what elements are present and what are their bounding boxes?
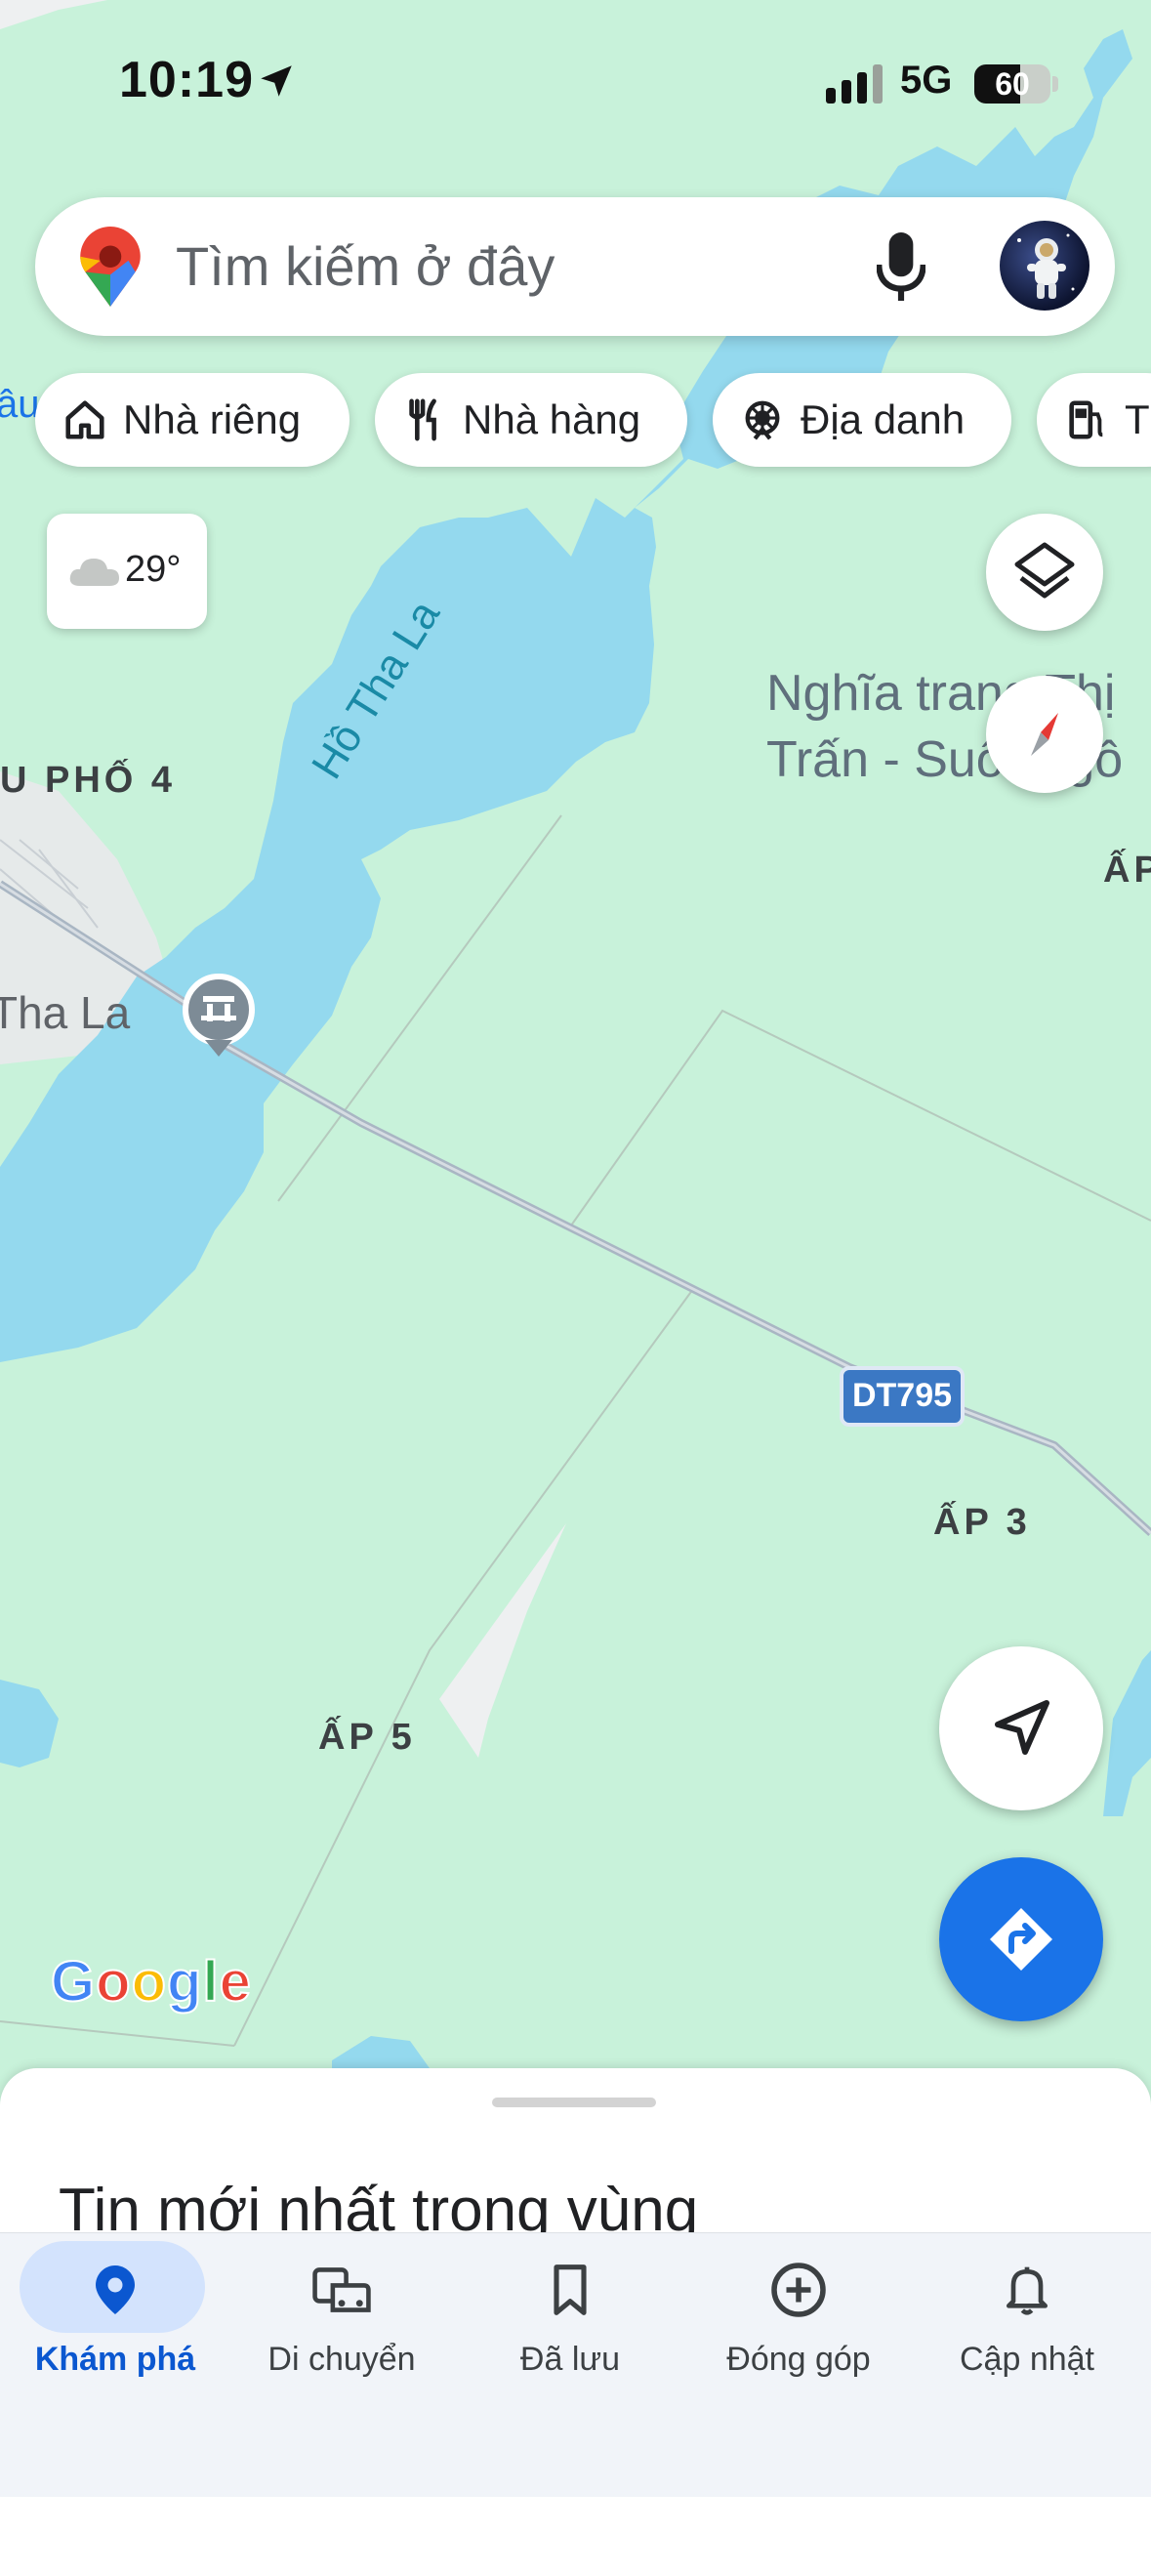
restaurant-icon <box>409 398 436 441</box>
compass-button[interactable] <box>986 676 1103 793</box>
layers-icon <box>1014 542 1075 599</box>
navigation-arrow-icon <box>995 1700 1049 1755</box>
hamlet-label-ap-5: ẤP 5 <box>318 1717 416 1758</box>
nav-contribute-label: Đóng góp <box>726 2341 871 2378</box>
astronaut-icon <box>1017 233 1075 299</box>
weather-widget[interactable]: 29° <box>47 514 207 629</box>
network-type: 5G <box>900 59 953 102</box>
location-arrow-icon <box>261 65 292 97</box>
nav-commute[interactable]: Di chuyển <box>226 2233 457 2429</box>
chip-gas[interactable]: T <box>1037 373 1151 467</box>
chip-home[interactable]: Nhà riêng <box>35 373 349 467</box>
chip-attractions[interactable]: Địa danh <box>713 373 1011 467</box>
hamlet-label-ap-3: ẤP 3 <box>933 1502 1031 1543</box>
nav-contribute[interactable]: Đóng góp <box>683 2233 914 2429</box>
place-label-tha-la[interactable]: Tha La <box>0 986 130 1039</box>
google-logo-letter: G <box>50 1949 97 2015</box>
nav-updates[interactable]: Cập nhật <box>912 2233 1142 2429</box>
google-logo-letter: l <box>201 1949 220 2015</box>
search-input[interactable]: Tìm kiếm ở đây <box>176 234 555 298</box>
commute-icon <box>312 2267 371 2312</box>
category-chips: Nhà riêng Nhà hàng Địa danh T <box>0 373 1151 471</box>
chip-attractions-label: Địa danh <box>801 396 966 442</box>
sheet-drag-handle[interactable] <box>492 2098 656 2107</box>
nav-explore-label: Khám phá <box>34 2341 196 2378</box>
add-circle-icon <box>771 2263 826 2317</box>
google-logo-letter: e <box>219 1949 252 2015</box>
status-time: 10:19 <box>119 52 254 108</box>
google-logo-letter: g <box>166 1949 203 2015</box>
nav-saved-label: Đã lưu <box>519 2341 621 2378</box>
signal-icon <box>826 62 883 104</box>
home-icon <box>65 400 104 439</box>
cloud-icon <box>69 559 119 586</box>
bell-icon <box>1007 2266 1048 2315</box>
district-label-khu-pho-4: U PHỐ 4 <box>0 760 177 801</box>
chip-gas-label: T <box>1125 396 1150 442</box>
battery-icon: 60 <box>974 64 1050 104</box>
status-bar: 10:19 5G 60 <box>0 0 1151 166</box>
google-logo-letter: o <box>131 1949 167 2015</box>
nav-saved[interactable]: Đã lưu <box>455 2233 685 2429</box>
route-shield-label: DT795 <box>851 1377 953 1414</box>
google-logo: Google <box>50 1949 252 2015</box>
nav-updates-label: Cập nhật <box>960 2341 1094 2378</box>
directions-button[interactable] <box>939 1857 1103 2021</box>
google-logo-letter: o <box>95 1949 132 2015</box>
directions-icon <box>990 1908 1052 1971</box>
chip-home-label: Nhà riêng <box>123 396 302 442</box>
nav-commute-label: Di chuyển <box>267 2341 416 2378</box>
hamlet-label-ap-right: ẤP <box>1103 850 1151 891</box>
chip-restaurants[interactable]: Nhà hàng <box>375 373 687 467</box>
battery-level: 60 <box>995 66 1030 102</box>
compass-icon <box>1031 713 1058 756</box>
my-location-button[interactable] <box>939 1646 1103 1810</box>
microphone-icon[interactable] <box>877 232 925 301</box>
bottom-navigation: Khám phá Di chuyển Đã lưu Đóng góp Cập n… <box>0 2232 1151 2497</box>
bookmark-icon <box>554 2264 587 2315</box>
chip-restaurants-label: Nhà hàng <box>463 396 641 442</box>
google-maps-pin-icon <box>80 227 141 307</box>
weather-temp: 29° <box>125 549 182 590</box>
battery-tip <box>1052 76 1058 92</box>
explore-pin-icon <box>96 2265 135 2314</box>
nav-explore[interactable]: Khám phá <box>0 2233 230 2429</box>
account-avatar[interactable] <box>1000 221 1089 311</box>
attraction-icon <box>745 400 780 440</box>
layers-button[interactable] <box>986 514 1103 631</box>
gas-station-icon <box>1069 400 1103 439</box>
search-bar[interactable]: Tìm kiếm ở đây <box>35 197 1115 336</box>
